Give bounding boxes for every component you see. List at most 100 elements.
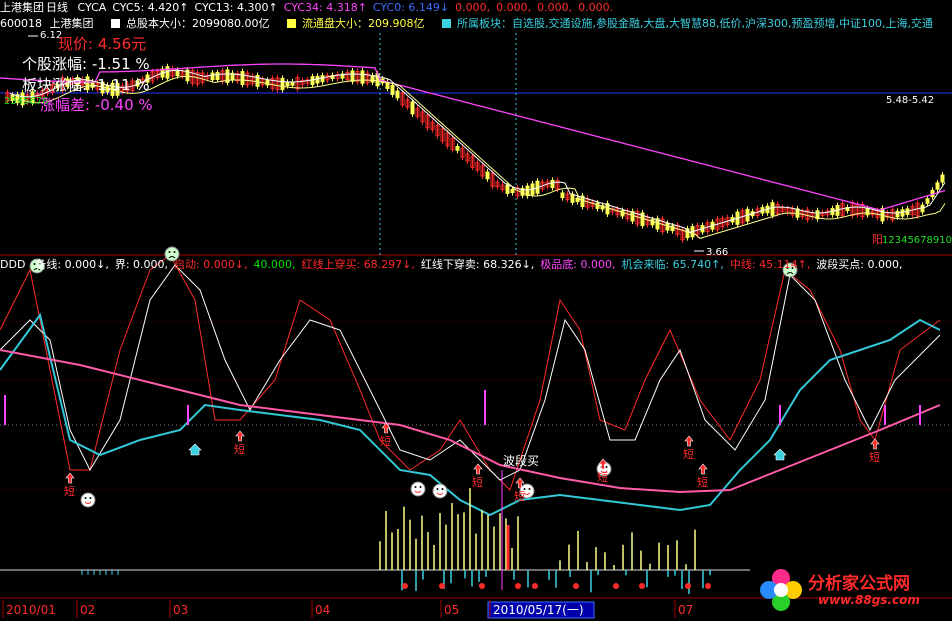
indicator-value: 红线下穿卖: 68.326↓,: [420, 258, 535, 271]
candle: [940, 174, 945, 183]
short-sell-icon: 短: [380, 422, 391, 448]
candle: [290, 81, 295, 86]
watermark-url[interactable]: www.88gs.com: [818, 593, 920, 607]
stock-change-label: 个股涨幅: -1.51 %: [22, 55, 150, 73]
candle: [210, 72, 215, 81]
short-sell-icon: 短: [64, 472, 75, 498]
face-eye: [441, 488, 444, 490]
axis-label: 04: [315, 603, 330, 617]
short-label: 短: [869, 450, 880, 464]
face-eye: [528, 488, 531, 490]
candle: [215, 72, 220, 81]
candle: [900, 209, 905, 217]
indicator-pink-line: [0, 349, 941, 494]
diff-label: 涨幅差: -0.40 %: [40, 96, 153, 114]
smiley-face-icon: [80, 492, 96, 508]
axis-label: 02: [80, 603, 95, 617]
flower-logo-icon: [756, 565, 806, 615]
candle: [595, 202, 600, 209]
face-eye: [84, 497, 87, 499]
candle: [550, 179, 555, 189]
candle: [310, 76, 315, 86]
candle: [865, 208, 870, 216]
face-circle: [432, 483, 448, 499]
candle: [350, 70, 355, 82]
candle: [370, 75, 375, 83]
short-sell-icon: 短: [472, 463, 483, 489]
short-label: 短: [380, 434, 391, 448]
band-buy-label: 波段买: [503, 453, 539, 468]
smiley-face-icon: [432, 483, 448, 499]
candle: [935, 182, 940, 190]
axis-label: 2010/01: [6, 603, 56, 617]
red-dot: [573, 583, 579, 589]
short-label: 短: [683, 447, 694, 461]
indicator-value: 40.000,: [253, 258, 296, 271]
candle: [575, 197, 580, 202]
candle: [280, 77, 285, 91]
candle: [620, 210, 625, 217]
face-eye: [605, 466, 608, 468]
short-sell-icon: 短: [597, 458, 608, 484]
candle: [560, 192, 565, 199]
signal-marks: 短短短短短短短短短: [29, 246, 880, 508]
candle: [285, 81, 290, 87]
face-circle: [80, 492, 96, 508]
face-eye: [419, 486, 422, 488]
red-dot: [685, 583, 691, 589]
house-shape: [188, 443, 202, 456]
house-icon: [188, 443, 202, 456]
candle: [320, 75, 325, 83]
indicator-name[interactable]: DDD: [0, 258, 25, 271]
up-arrow: [870, 438, 880, 450]
up-arrow: [684, 435, 694, 447]
axis-label: 03: [173, 603, 188, 617]
candle: [395, 90, 400, 99]
short-sell-icon: 短: [234, 430, 245, 456]
axis-label: 2010/05/17(一): [493, 603, 584, 617]
red-dot: [402, 583, 408, 589]
indicator-white-line: [0, 264, 941, 481]
short-label: 短: [597, 470, 608, 484]
candle: [665, 223, 670, 231]
indicator-value: 备线: 0.000↓,: [35, 258, 109, 271]
face-eye: [436, 488, 439, 490]
candle: [455, 146, 460, 151]
range-label: 5.48-5.42: [886, 95, 934, 106]
watermark-title: 分析家公式网: [808, 574, 910, 594]
red-dot: [515, 583, 521, 589]
time-axis: 2010/01 02 03 04 05 2010/05/17(一) 07: [2, 600, 693, 619]
red-dot: [639, 583, 645, 589]
indicator-red-line: [0, 254, 941, 491]
house-icon: [773, 448, 787, 461]
face-eye: [173, 251, 176, 253]
candle: [410, 101, 415, 115]
short-sell-icon: 短: [683, 435, 694, 461]
indicator-lines: [0, 254, 941, 517]
short-label: 短: [64, 484, 75, 498]
candle: [315, 75, 320, 84]
candle: [390, 84, 395, 95]
indicator-value: 机会来临: 65.740↑,: [621, 258, 724, 271]
candle: [510, 188, 515, 194]
short-sell-icon: 短: [869, 438, 880, 464]
indicator-value: 极品底: 0.000,: [540, 258, 616, 271]
indicator-value: 启动: 0.000↓,: [174, 258, 248, 271]
up-arrow: [698, 463, 708, 475]
candle: [505, 184, 510, 194]
candle: [175, 69, 180, 77]
axis-label: 05: [444, 603, 459, 617]
up-arrow: [473, 463, 483, 475]
candle: [770, 202, 775, 216]
indicator-value: 界: 0.000,: [114, 258, 169, 271]
short-label: 短: [514, 489, 525, 503]
candle: [385, 81, 390, 89]
indicator-header: DDD 备线: 0.000↓, 界: 0.000, 启动: 0.000↓, 40.000…: [0, 257, 952, 273]
red-dot: [705, 583, 711, 589]
face-circle: [410, 481, 426, 497]
candle: [360, 70, 365, 84]
candle: [165, 66, 170, 79]
red-dot: [613, 583, 619, 589]
axis-label: 07: [678, 603, 693, 617]
red-dot: [532, 583, 538, 589]
